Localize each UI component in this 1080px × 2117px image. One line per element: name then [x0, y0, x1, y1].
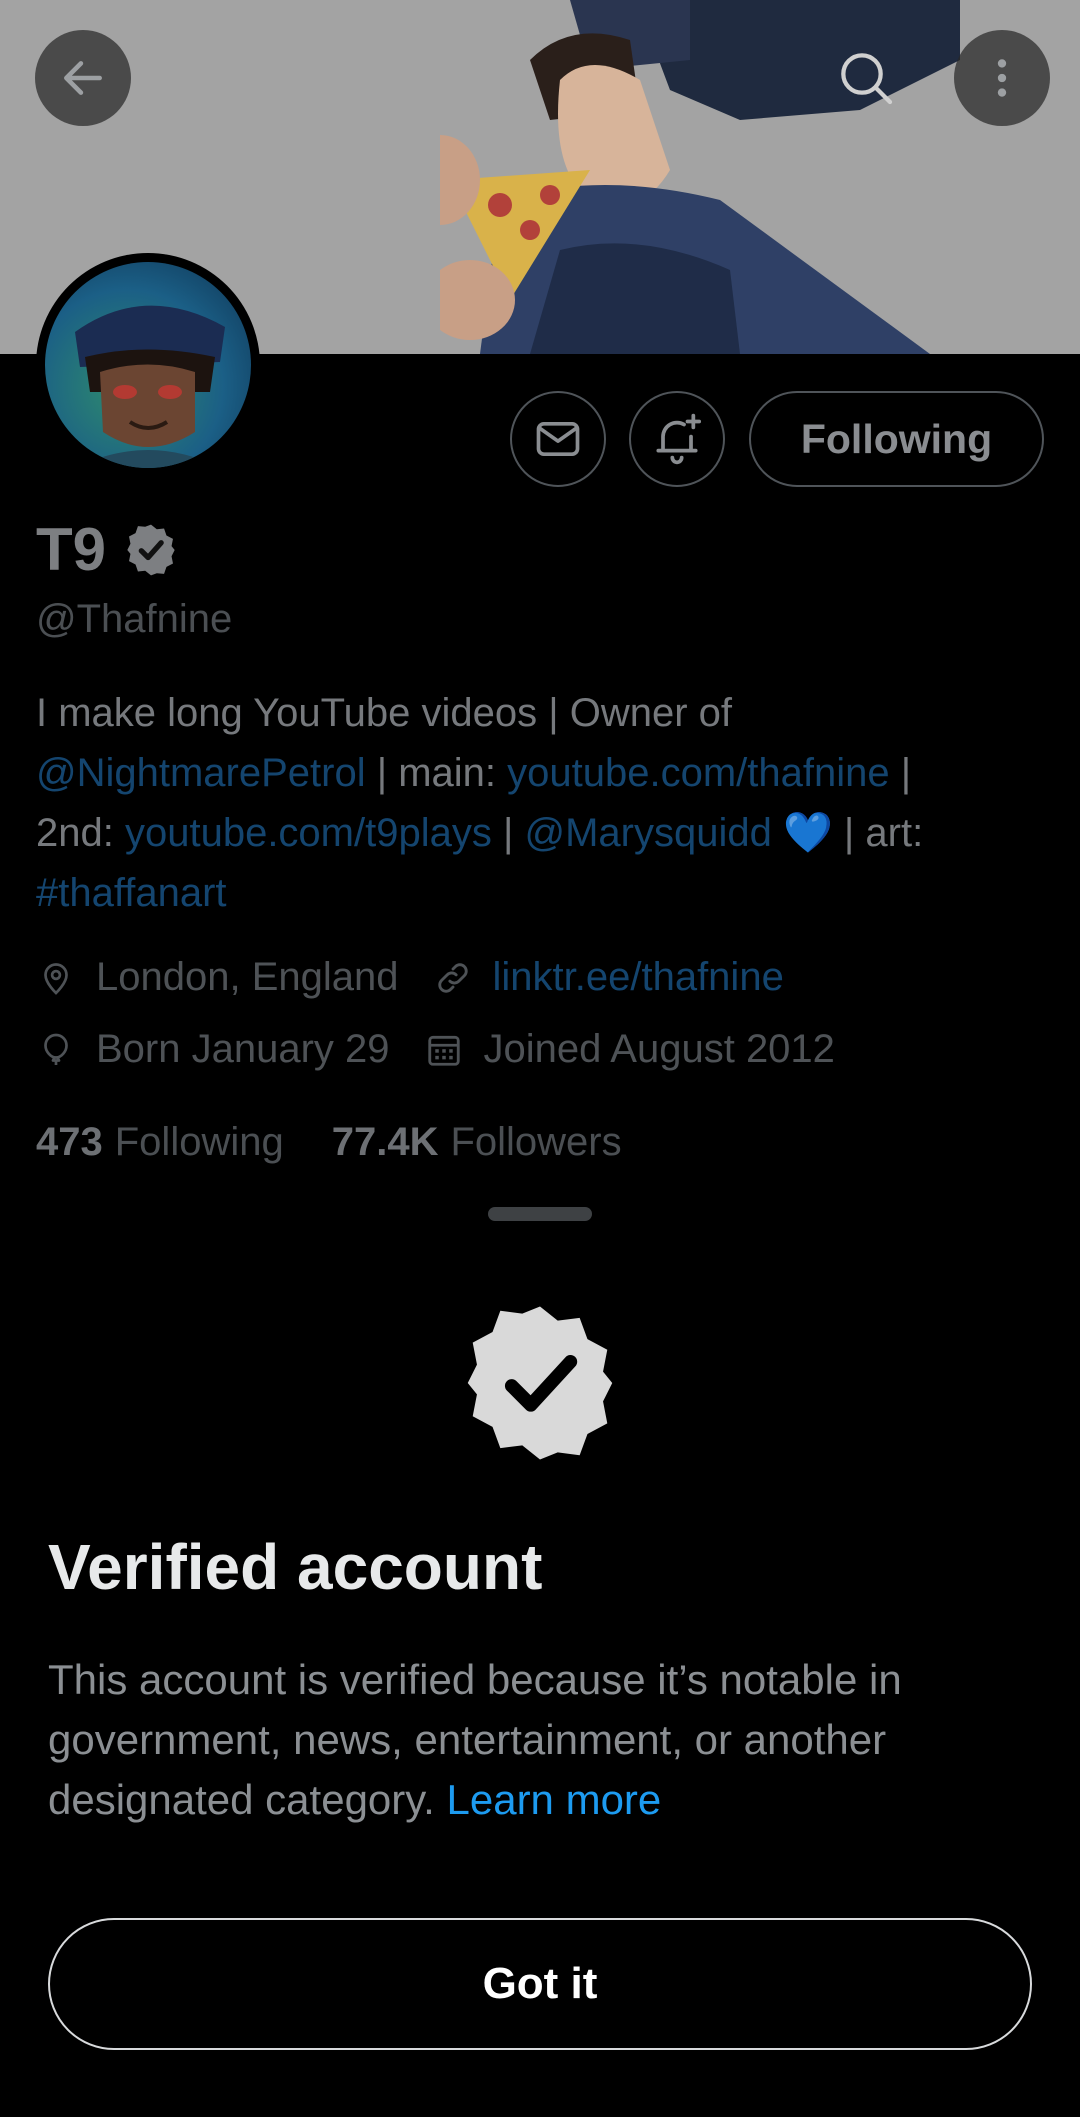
- message-button[interactable]: [510, 391, 606, 487]
- display-name: T9: [36, 516, 107, 583]
- profile-meta-row-1: London, England linktr.ee/thafnine: [36, 955, 784, 1000]
- bio-line-1: I make long YouTube videos | Owner of: [36, 691, 732, 735]
- heart-emoji: 💙: [782, 811, 833, 855]
- profile-location: London, England: [96, 955, 399, 999]
- bio-second-label: 2nd:: [36, 811, 125, 855]
- profile-birthday: Born January 29: [96, 1027, 390, 1071]
- profile-meta-row-2: Born January 29 Joined August 2012: [36, 1027, 835, 1072]
- bio-mention-marysquidd[interactable]: @Marysquidd: [524, 811, 771, 855]
- bell-plus-icon: [656, 413, 702, 465]
- profile-bio: I make long YouTube videos | Owner of @N…: [36, 683, 1066, 923]
- followers-count: 77.4K: [331, 1120, 439, 1164]
- calendar-icon: [424, 1028, 464, 1072]
- sheet-title: Verified account: [48, 1531, 543, 1603]
- got-it-button[interactable]: Got it: [48, 1918, 1032, 2050]
- profile-joined-date: Joined August 2012: [483, 1027, 835, 1071]
- verified-badge-icon[interactable]: [122, 521, 180, 579]
- profile-website-link[interactable]: linktr.ee/thafnine: [493, 955, 784, 1000]
- following-stat[interactable]: 473 Following: [36, 1120, 284, 1165]
- mail-icon: [536, 421, 580, 457]
- bio-main-label: | main:: [365, 751, 508, 795]
- more-options-button[interactable]: [954, 30, 1050, 126]
- following-label: Following: [114, 1120, 284, 1164]
- link-icon: [433, 956, 473, 1000]
- search-button[interactable]: [818, 30, 914, 126]
- profile-stats: 473 Following 77.4K Followers: [36, 1120, 622, 1165]
- followers-stat[interactable]: 77.4K Followers: [332, 1120, 622, 1165]
- bio-separator: |: [889, 751, 912, 795]
- bio-mention-nightmarepetrol[interactable]: @NightmarePetrol: [36, 751, 366, 795]
- notifications-button[interactable]: [629, 391, 725, 487]
- location-pin-icon: [36, 956, 76, 1000]
- profile-name-row: T9: [36, 515, 180, 584]
- followers-label: Followers: [450, 1120, 622, 1164]
- following-count: 473: [36, 1120, 103, 1164]
- bio-hashtag[interactable]: #thaffanart: [36, 871, 227, 915]
- more-vertical-icon: [997, 59, 1007, 97]
- learn-more-link[interactable]: Learn more: [447, 1776, 662, 1823]
- profile-avatar[interactable]: [36, 253, 260, 477]
- sheet-drag-handle[interactable]: [488, 1207, 592, 1221]
- following-button[interactable]: Following: [749, 391, 1044, 487]
- bio-link-main[interactable]: youtube.com/thafnine: [507, 751, 889, 795]
- verified-info-sheet: Verified account This account is verifie…: [0, 1190, 1080, 2117]
- bio-separator-2: |: [491, 811, 525, 855]
- avatar-image: [75, 305, 225, 468]
- sheet-description: This account is verified because it’s no…: [48, 1650, 1038, 1830]
- arrow-left-icon: [64, 61, 102, 95]
- balloon-icon: [36, 1028, 76, 1072]
- back-button[interactable]: [35, 30, 131, 126]
- bio-link-second[interactable]: youtube.com/t9plays: [125, 811, 492, 855]
- verified-badge-icon: [467, 1306, 613, 1460]
- search-icon: [841, 53, 893, 105]
- bio-art-label: | art:: [832, 811, 924, 855]
- profile-handle: @Thafnine: [36, 597, 233, 641]
